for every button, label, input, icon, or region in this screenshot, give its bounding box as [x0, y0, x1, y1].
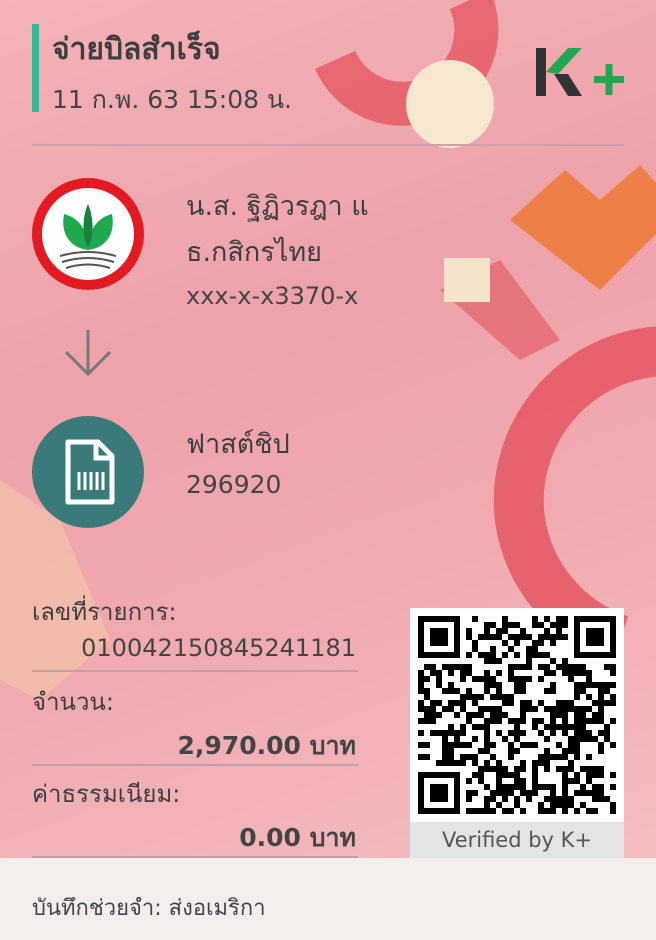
sender-bank: ธ.กสิกรไทย — [186, 237, 322, 268]
detail-divider — [32, 670, 358, 672]
kplus-logo — [536, 48, 624, 96]
amount-value: 2,970.00 บาท — [177, 731, 356, 760]
verified-label: Verified by K+ — [410, 822, 624, 858]
header-divider — [32, 144, 624, 146]
memo-text: บันทึกช่วยจำ: ส่งอเมริกา — [32, 896, 266, 921]
reference-value: 010042150845241181 — [81, 634, 356, 662]
sender-name: น.ส. ฐิฏิวรฎา แ — [186, 191, 369, 222]
transfer-slip: จ่ายบิลสำเร็จ 11 ก.พ. 63 15:08 น. น.ส. ฐ… — [0, 0, 656, 940]
sender-account: xxx-x-x3370-x — [186, 282, 359, 310]
fee-value: 0.00 บาท — [239, 823, 356, 852]
biller-name: ฟาสต์ชิป — [186, 429, 290, 460]
detail-divider — [32, 764, 358, 766]
bill-document-icon — [32, 416, 144, 528]
amount-label: จำนวน: — [32, 688, 114, 716]
reference-label: เลขที่รายการ: — [32, 598, 177, 626]
fee-label: ค่าธรรมเนียม: — [32, 780, 181, 808]
biller-code: 296920 — [186, 470, 282, 499]
kbank-logo-icon — [32, 178, 144, 290]
title-accent-bar — [32, 24, 39, 112]
page-title: จ่ายบิลสำเร็จ — [52, 32, 221, 67]
qr-code — [418, 616, 616, 814]
qr-verification-box: Verified by K+ — [410, 608, 624, 858]
transaction-datetime: 11 ก.พ. 63 15:08 น. — [52, 85, 293, 114]
arrow-down-icon — [64, 330, 112, 377]
